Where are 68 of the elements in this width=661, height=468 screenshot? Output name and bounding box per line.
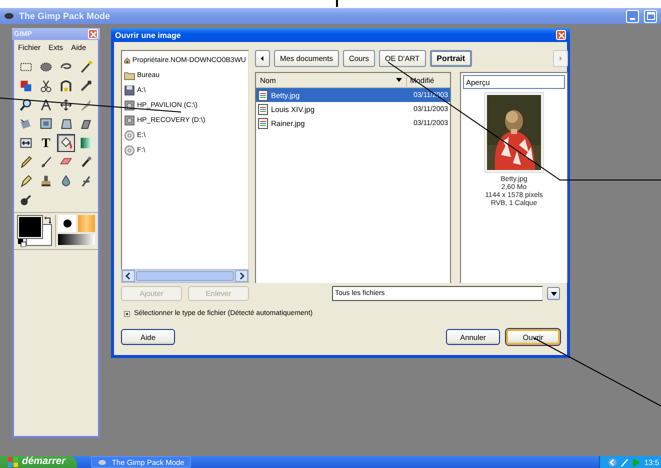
dotted-ellipse-icon: [39, 60, 53, 74]
foreground-color-swatch[interactable]: [18, 216, 42, 238]
right-arrow-icon: [558, 56, 563, 61]
maximize-button[interactable]: [644, 10, 657, 22]
image-file-icon: [258, 118, 268, 128]
app-icon: [4, 12, 14, 20]
gradient-icon: [79, 136, 93, 150]
pencil-icon: [19, 155, 33, 169]
stamp-icon: [39, 174, 53, 188]
eyedropper-icon: [79, 79, 93, 93]
scissors-icon: [39, 79, 53, 93]
scroll-left-icon[interactable]: [122, 270, 135, 282]
airbrush-icon: [79, 155, 93, 169]
horizontal-scrollbar[interactable]: [121, 269, 249, 283]
shear-icon: [79, 117, 93, 131]
swap-arrows-icon[interactable]: [44, 216, 52, 224]
dodge-icon: [19, 193, 33, 207]
house-icon: [124, 54, 130, 66]
scroll-thumb[interactable]: [136, 271, 234, 281]
scroll-right-icon[interactable]: [235, 270, 248, 282]
back-button[interactable]: [255, 50, 270, 67]
flag-icon: [8, 457, 18, 467]
close-icon: [558, 32, 564, 38]
close-button[interactable]: [556, 30, 566, 40]
water-drop-icon: [59, 174, 73, 188]
paint-bucket-icon: [59, 136, 73, 150]
brush-preview[interactable]: [58, 215, 76, 232]
tool-button[interactable]: T: [37, 134, 55, 152]
chevron-icon[interactable]: [608, 458, 618, 466]
caret-icon: [550, 292, 556, 296]
image-file-icon: [258, 90, 268, 100]
brush-dot-icon: [62, 219, 72, 228]
dialog-title: Ouvrir une image: [115, 30, 181, 40]
expand-icon[interactable]: [124, 310, 130, 316]
app-icon: [98, 458, 107, 466]
folder-icon: [124, 70, 135, 80]
color-swatch-icon: [19, 79, 33, 93]
scale-icon: [39, 117, 53, 131]
bezier-path-icon: [59, 79, 73, 93]
flip-arrows-icon: [19, 136, 33, 150]
move-arrows-icon: [59, 98, 73, 112]
hard-drive-icon: [124, 114, 135, 126]
gradient-preview[interactable]: [58, 234, 95, 245]
close-button[interactable]: [88, 29, 98, 39]
cd-icon: [124, 144, 135, 156]
sort-arrow-icon: [396, 78, 402, 82]
leader-line: [336, 0, 338, 7]
magic-wand-icon: [79, 60, 93, 74]
image-file-icon: [258, 104, 268, 114]
path-button[interactable]: Portrait: [430, 50, 472, 67]
maximize-icon: [646, 12, 654, 20]
cd-icon: [124, 130, 135, 140]
rotate-icon: [19, 117, 33, 131]
magnifier-icon: [19, 98, 33, 112]
window-title: The Gimp Pack Mode: [19, 11, 110, 21]
knife-icon: [79, 98, 93, 112]
smudge-icon: [79, 174, 93, 188]
ink-pen-icon: [19, 174, 33, 188]
paintbrush-icon: [39, 155, 53, 169]
default-colors-icon[interactable]: [18, 239, 26, 247]
compass-icon: [39, 98, 53, 112]
close-icon: [90, 30, 96, 38]
dotted-rectangle-icon: [19, 60, 33, 74]
tool-button[interactable]: [57, 134, 75, 152]
minimize-button[interactable]: [626, 10, 639, 22]
dropdown-button[interactable]: [547, 287, 560, 300]
left-arrow-icon: [260, 56, 265, 61]
perspective-icon: [59, 117, 73, 131]
